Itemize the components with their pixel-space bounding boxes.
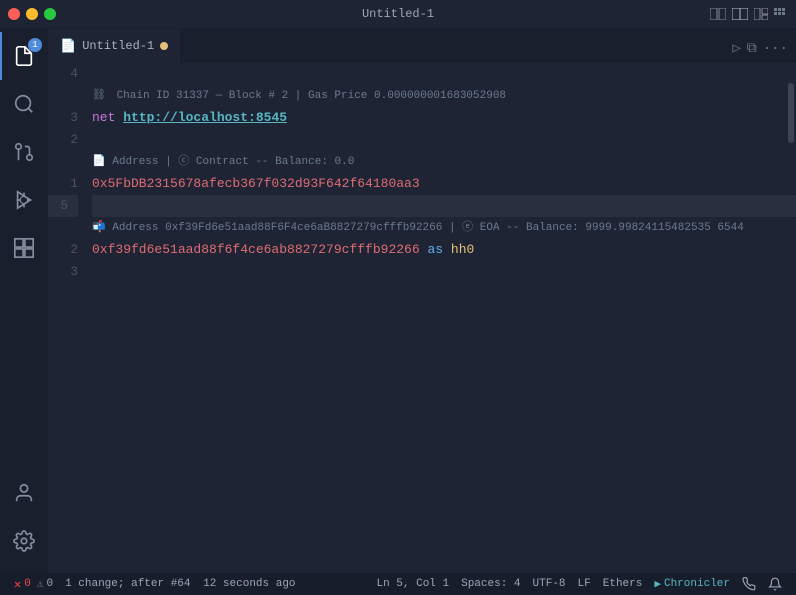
layout-icon-4[interactable] [774,8,788,20]
split-editor-icon[interactable]: ⧉ [747,41,757,57]
status-notification[interactable] [762,573,788,595]
layout-icon-2[interactable] [732,8,748,20]
activity-item-extensions[interactable] [0,224,48,272]
var-hh0: hh0 [451,239,474,261]
address-deco: 📄 Address | ⓒ Contract -- Balance: 0.0 [92,151,354,173]
net-keyword: net [92,107,115,129]
scrollbar-thumb[interactable] [788,83,794,143]
code-line-3: net http://localhost:8545 [92,107,796,129]
code-line-1-address: 0x5FbDB2315678afecb367f032d93F642f64180a… [92,173,796,195]
window-title: Untitled-1 [362,7,434,21]
warning-count: 0 [46,578,53,590]
code-line-4 [92,63,796,85]
broadcast-icon [742,577,756,591]
chain-icon: ⛓ [92,85,106,107]
changes-text: 1 change; after #64 [65,578,190,590]
error-count: 0 [24,578,31,590]
activity-item-files[interactable]: 1 [0,32,48,80]
status-position[interactable]: Ln 5, Col 1 [370,573,455,595]
code-line-2-empty [92,129,796,151]
scrollbar-track[interactable] [786,63,796,573]
encoding-text: UTF-8 [533,578,566,590]
tab-bar-right: ▷ ⧉ ··· [724,40,796,63]
more-actions-icon[interactable]: ··· [763,41,788,57]
activity-item-debug[interactable] [0,176,48,224]
status-changes[interactable]: 1 change; after #64 12 seconds ago [59,573,301,595]
eol-text: LF [578,578,591,590]
code-line-2-address2: 0xf39fd6e51aad88f6f4ce6ab8827279cfffb922… [92,239,796,261]
minimize-button[interactable] [26,8,38,20]
deco-line-address: 📄 Address | ⓒ Contract -- Balance: 0.0 [92,151,796,173]
notification-icon [768,577,782,591]
status-encoding[interactable]: UTF-8 [527,573,572,595]
activity-bottom [0,469,48,573]
line-numbers: 4 3 2 1 5 2 3 [48,63,88,573]
tab-untitled-1[interactable]: 📄 Untitled-1 [48,28,180,63]
error-icon: ✕ [14,577,21,592]
language-text: Ethers [603,578,643,590]
activity-item-search[interactable] [0,80,48,128]
close-button[interactable] [8,8,20,20]
as-keyword: as [427,239,443,261]
activity-bar: 1 [0,28,48,573]
status-bar: ✕ 0 ⚠ 0 1 change; after #64 12 seconds a… [0,573,796,595]
time-text: 12 seconds ago [203,578,295,590]
chain-info: Chain ID 31337 — Block # 2 | Gas Price 0… [110,85,506,107]
title-bar: Untitled-1 [0,0,796,28]
status-broadcast[interactable] [736,573,762,595]
activity-item-git[interactable] [0,128,48,176]
activity-badge: 1 [28,38,42,52]
maximize-button[interactable] [44,8,56,20]
activity-item-settings[interactable] [0,517,48,565]
address-1: 0x5FbDB2315678afecb367f032d93F642f64180a… [92,173,420,195]
status-language[interactable]: Ethers [597,573,649,595]
editor-area: 📄 Untitled-1 ▷ ⧉ ··· 4 3 2 1 5 [48,28,796,573]
tab-bar: 📄 Untitled-1 ▷ ⧉ ··· [48,28,796,63]
run-label: Chronicler [664,578,730,590]
address-2: 0xf39fd6e51aad88f6f4ce6ab8827279cfffb922… [92,239,420,261]
position-text: Ln 5, Col 1 [376,578,449,590]
traffic-lights [8,8,56,20]
deco-line-eoa: 📬 Address 0xf39Fd6e51aad88F6F4ce6aB88272… [92,217,796,239]
status-eol[interactable]: LF [572,573,597,595]
tab-label: Untitled-1 [82,39,154,53]
run-icon-status: ▶ [654,577,661,591]
main-layout: 1 [0,28,796,573]
eoa-deco: 📬 Address 0xf39Fd6e51aad88F6F4ce6aB88272… [92,217,744,239]
tab-file-icon: 📄 [60,39,76,54]
status-errors[interactable]: ✕ 0 ⚠ 0 [8,573,59,595]
localhost-url: http://localhost:8545 [123,107,287,129]
code-area[interactable]: ⛓ Chain ID 31337 — Block # 2 | Gas Price… [88,63,796,573]
activity-item-account[interactable] [0,469,48,517]
editor-content[interactable]: 4 3 2 1 5 2 3 ⛓ Chain ID 31337 — Block #… [48,63,796,573]
layout-icon-1[interactable] [710,8,726,20]
status-run[interactable]: ▶ Chronicler [648,573,736,595]
code-line-5-active [92,195,796,217]
layout-icon-3[interactable] [754,8,768,20]
code-line-3-empty [92,261,796,283]
deco-line-chain: ⛓ Chain ID 31337 — Block # 2 | Gas Price… [92,85,796,107]
status-spaces[interactable]: Spaces: 4 [455,573,526,595]
title-bar-actions [710,8,788,20]
tab-modified-dot [160,42,168,50]
spaces-text: Spaces: 4 [461,578,520,590]
run-icon[interactable]: ▷ [732,40,740,57]
